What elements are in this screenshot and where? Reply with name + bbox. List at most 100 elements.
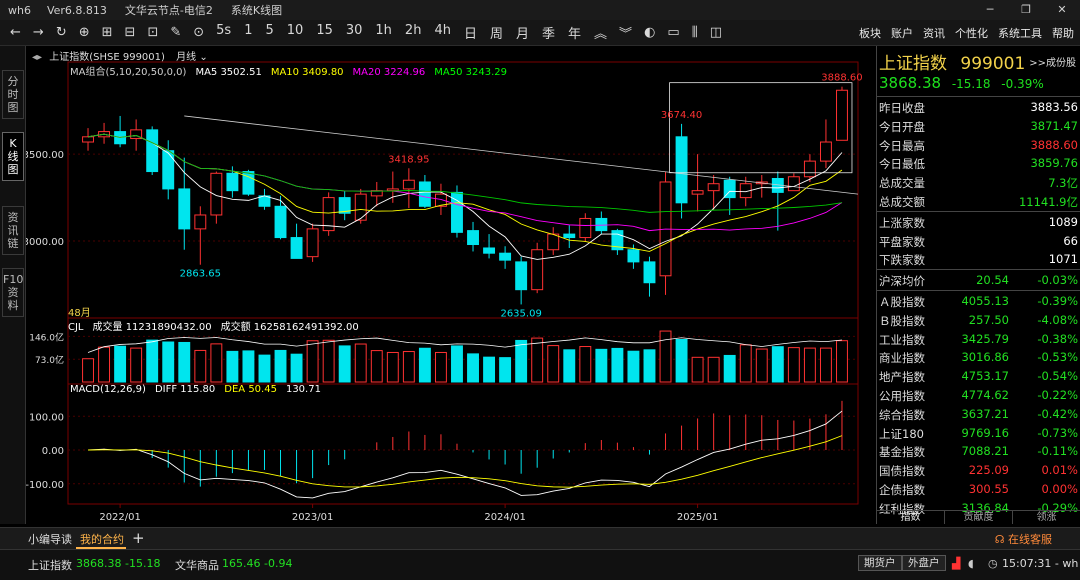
candle[interactable] [162, 150, 175, 190]
tab-my-contracts[interactable]: 我的合约 [80, 531, 124, 547]
candle[interactable] [226, 172, 239, 192]
menu-3[interactable]: 个性化 [955, 25, 988, 41]
candle[interactable] [82, 136, 94, 143]
candle[interactable] [178, 188, 191, 230]
zoom-out-icon[interactable]: ⊟ [125, 25, 136, 40]
quote-tab-0[interactable]: 指数 [877, 510, 945, 524]
quote-stat-row[interactable]: 今日开盘 3871.47 [877, 117, 1080, 136]
quote-index-row[interactable]: 上证180 9769.16 -0.73% [877, 424, 1080, 443]
period-11[interactable]: 月 [516, 23, 529, 42]
tab-kline[interactable]: K 线 图 [2, 132, 24, 181]
candle[interactable] [515, 261, 528, 291]
color-icon[interactable]: ◐ [644, 25, 655, 40]
draw-icon[interactable]: ✎ [170, 25, 181, 40]
quote-breadth-row[interactable]: 上涨家数 1089 [877, 213, 1080, 232]
period-1[interactable]: 1 [244, 23, 252, 42]
chevron-down-icon[interactable]: ⌄ [199, 52, 207, 63]
futures-account-button[interactable]: 期货户 [858, 555, 902, 571]
quote-index-row[interactable]: 企债指数 300.55 0.00% [877, 480, 1080, 499]
menu-1[interactable]: 账户 [891, 25, 913, 41]
quote-stat-row[interactable]: 总成交额 11141.9亿 [877, 192, 1080, 211]
menu-4[interactable]: 系统工具 [998, 25, 1042, 41]
kline-chart-canvas[interactable]: 3500.00 3000.00 3888.60 3674.40 3418.95 2863.… [26, 46, 876, 524]
chart-type-icon[interactable]: ⫼ [692, 25, 698, 40]
indicator-icon[interactable]: ▭ [667, 25, 679, 40]
candle[interactable] [787, 176, 800, 192]
candle[interactable] [467, 230, 479, 246]
quote-index-row[interactable]: Ａ股指数 4055.13 -0.39% [877, 292, 1080, 311]
candle[interactable] [643, 261, 656, 284]
tab-news[interactable]: 资 讯 链 [2, 206, 24, 255]
quote-index-row[interactable]: 综合指数 3637.21 -0.42% [877, 405, 1080, 424]
candle[interactable] [210, 172, 223, 216]
status-index2-name[interactable]: 文华商品 [175, 557, 219, 573]
quote-index-row[interactable]: 工业指数 3425.79 -0.38% [877, 330, 1080, 349]
expand-down-icon[interactable]: ︾ [619, 23, 632, 42]
candle[interactable] [386, 188, 399, 192]
maximize-icon[interactable]: ❐ [1008, 0, 1044, 20]
candle[interactable] [627, 249, 640, 263]
quote-index-row[interactable]: 基金指数 7088.21 -0.11% [877, 442, 1080, 461]
candle[interactable] [418, 181, 431, 207]
add-tab-icon[interactable]: + [132, 529, 145, 547]
forward-icon[interactable]: → [33, 25, 44, 40]
candle[interactable] [290, 237, 303, 259]
candle[interactable] [258, 195, 271, 207]
minimize-icon[interactable]: ─ [972, 0, 1008, 20]
crosshair-icon[interactable]: ⊕ [79, 25, 90, 40]
overlay-icon[interactable]: ◫ [710, 25, 722, 40]
quote-index-row[interactable]: 商业指数 3016.86 -0.53% [877, 348, 1080, 367]
period-7[interactable]: 2h [405, 23, 422, 42]
quote-tab-1[interactable]: 贡献度 [945, 510, 1013, 524]
layout-icon[interactable]: ⊡ [147, 25, 158, 40]
candle[interactable] [836, 89, 848, 141]
period-0[interactable]: 5s [216, 23, 231, 42]
candle[interactable] [563, 233, 576, 239]
candle[interactable] [483, 247, 496, 254]
period-6[interactable]: 1h [375, 23, 392, 42]
period-10[interactable]: 周 [490, 23, 503, 42]
period-label[interactable]: 月线 [176, 52, 196, 63]
candle[interactable] [274, 205, 287, 239]
candle[interactable] [675, 136, 688, 204]
online-service[interactable]: ☊ 在线客服 [995, 531, 1052, 547]
menu-0[interactable]: 板块 [859, 25, 881, 41]
candle[interactable] [146, 129, 159, 173]
expand-up-icon[interactable]: ︽ [594, 23, 607, 42]
menu-5[interactable]: 帮助 [1052, 25, 1074, 41]
candle[interactable] [691, 190, 704, 195]
back-icon[interactable]: ← [10, 25, 21, 40]
candle[interactable] [194, 214, 207, 230]
close-icon[interactable]: ✕ [1044, 0, 1080, 20]
candle[interactable] [547, 233, 560, 251]
menu-2[interactable]: 资讯 [923, 25, 945, 41]
sound-icon[interactable]: ◖ [968, 557, 974, 570]
kline-chart[interactable]: 3500.00 3000.00 3888.60 3674.40 3418.95 2863.… [26, 46, 876, 524]
candle[interactable] [499, 252, 512, 261]
server-node[interactable]: 文华云节点-电信2 [125, 2, 213, 18]
period-setting-icon[interactable]: ⊙ [193, 25, 204, 40]
candle[interactable] [707, 183, 720, 192]
quote-stat-row[interactable]: 今日最低 3859.76 [877, 154, 1080, 173]
candle[interactable] [803, 160, 816, 178]
candle[interactable] [579, 217, 592, 239]
quote-breadth-row[interactable]: 平盘家数 66 [877, 232, 1080, 251]
candle[interactable] [819, 141, 832, 162]
quote-stat-row[interactable]: 今日最高 3888.60 [877, 136, 1080, 155]
zoom-in-icon[interactable]: ⊞ [102, 25, 113, 40]
quote-index-row[interactable]: 公用指数 4774.62 -0.22% [877, 386, 1080, 405]
candle[interactable] [531, 249, 544, 291]
tab-intraday[interactable]: 分 时 图 [2, 70, 24, 119]
quote-index-row[interactable]: Ｂ股指数 257.50 -4.08% [877, 311, 1080, 330]
period-5[interactable]: 30 [346, 23, 363, 42]
period-9[interactable]: 日 [464, 23, 477, 42]
period-8[interactable]: 4h [434, 23, 451, 42]
constituents-link[interactable]: >>成份股 [1029, 54, 1076, 69]
period-12[interactable]: 季 [542, 23, 555, 42]
candle[interactable] [354, 193, 367, 221]
quote-stat-row[interactable]: 昨日收盘 3883.56 [877, 98, 1080, 117]
refresh-icon[interactable]: ↻ [56, 25, 67, 40]
period-13[interactable]: 年 [568, 23, 581, 42]
quote-stat-row[interactable]: 总成交量 7.3亿 [877, 173, 1080, 192]
chart-settings-icon[interactable]: ◂▸ [32, 52, 42, 63]
